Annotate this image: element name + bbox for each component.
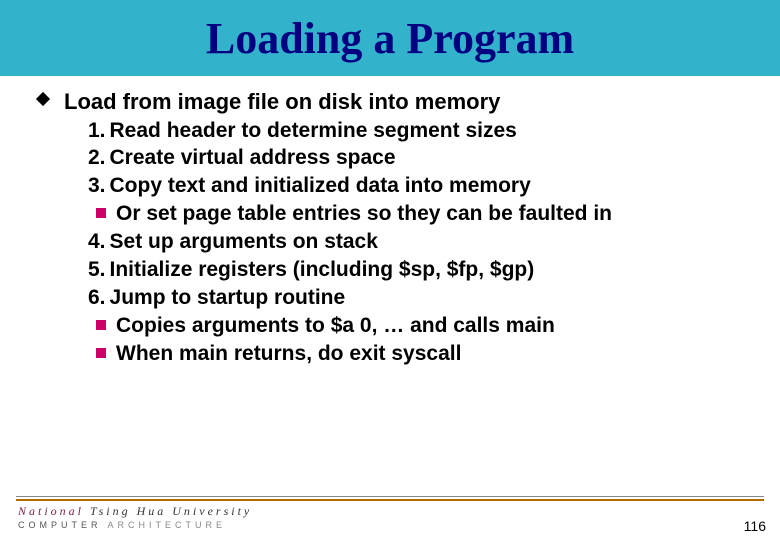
dept-rest: ARCHITECTURE (102, 520, 227, 530)
title-band: Loading a Program (0, 0, 780, 76)
sub-rest: arguments to $a 0, … and calls main (186, 314, 555, 337)
item-text: Copy text and initialized data into memo… (110, 174, 531, 197)
university-rest: Tsing Hua University (84, 504, 252, 518)
sub-lead: When (116, 342, 173, 365)
square-icon (96, 320, 106, 330)
content-area: Load from image file on disk into memory… (0, 76, 780, 367)
diamond-icon (36, 92, 50, 106)
page-number: 116 (744, 518, 766, 534)
sub-list: Or set page table entries so they can be… (88, 201, 744, 228)
ordered-list: 1.Read header to determine segment sizes… (64, 118, 744, 368)
item-text: Read header to determine segment sizes (110, 119, 517, 142)
item-text: Create virtual address space (110, 146, 396, 169)
list-item: 6.Jump to startup routine Copies argumen… (88, 285, 744, 368)
item-number: 6. (88, 285, 106, 312)
list-item: 1.Read header to determine segment sizes (88, 118, 744, 145)
sub-lead: Copies (116, 314, 186, 337)
item-text: Set up arguments on stack (110, 230, 378, 253)
item-text: Jump to startup routine (110, 286, 346, 309)
list-item: 2.Create virtual address space (88, 145, 744, 172)
item-number: 2. (88, 145, 106, 172)
item-number: 3. (88, 173, 106, 200)
department-name: COMPUTER ARCHITECTURE (18, 520, 226, 530)
slide-title: Loading a Program (206, 13, 574, 64)
list-item: 5.Initialize registers (including $sp, $… (88, 257, 744, 284)
footer: National Tsing Hua University COMPUTER A… (0, 496, 780, 540)
university-prefix: National (18, 504, 84, 518)
list-item: 3.Copy text and initialized data into me… (88, 173, 744, 228)
university-name: National Tsing Hua University (18, 504, 252, 519)
sub-rest: set page table entries so they can be fa… (141, 202, 612, 225)
bullet-intro-text: Load from image file on disk into memory (64, 89, 500, 114)
slide: Loading a Program Load from image file o… (0, 0, 780, 540)
sub-item: Copies arguments to $a 0, … and calls ma… (116, 313, 744, 340)
sub-list: Copies arguments to $a 0, … and calls ma… (88, 313, 744, 368)
item-text: Initialize registers (including $sp, $fp… (110, 258, 535, 281)
sub-item: Or set page table entries so they can be… (116, 201, 744, 228)
sub-lead: Or (116, 202, 141, 225)
square-icon (96, 348, 106, 358)
sub-item: When main returns, do exit syscall (116, 341, 744, 368)
divider-thin (16, 496, 764, 497)
item-number: 5. (88, 257, 106, 284)
sub-rest: main returns, do exit syscall (173, 342, 461, 365)
bullet-intro: Load from image file on disk into memory… (60, 88, 744, 367)
item-number: 1. (88, 118, 106, 145)
dept-prefix: COMPUTER (18, 520, 102, 530)
item-number: 4. (88, 229, 106, 256)
list-item: 4.Set up arguments on stack (88, 229, 744, 256)
divider-thick (16, 499, 764, 501)
square-icon (96, 208, 106, 218)
